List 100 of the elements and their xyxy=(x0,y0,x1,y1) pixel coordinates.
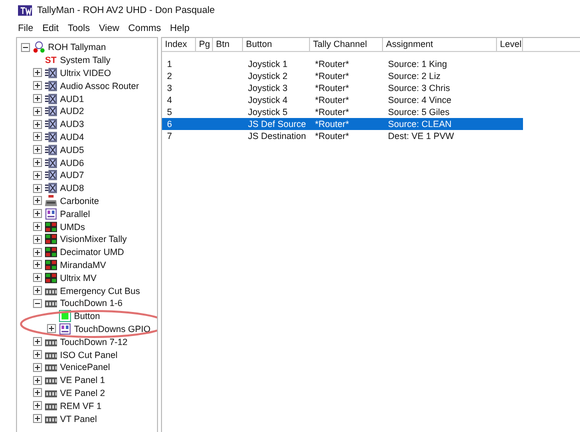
tree-item[interactable]: VenicePanel xyxy=(60,362,110,372)
app-logo-icon xyxy=(18,4,32,16)
table-cell: Source: 3 Chris xyxy=(388,83,450,93)
expand-icon[interactable] xyxy=(33,248,42,257)
tally-icon: ST xyxy=(45,55,57,66)
column-header[interactable]: Level xyxy=(497,38,523,51)
router-icon xyxy=(45,144,57,156)
expand-icon[interactable] xyxy=(33,81,42,90)
tree-item[interactable]: TouchDowns GPIO xyxy=(74,324,151,334)
table-cell: JS Destination xyxy=(248,131,306,141)
expand-icon[interactable] xyxy=(33,260,42,270)
table-row[interactable]: 6 JS Def Source *Router* Source: CLEAN xyxy=(162,118,523,130)
expand-icon[interactable] xyxy=(33,106,42,116)
expand-icon[interactable] xyxy=(33,234,42,244)
collapse-icon[interactable] xyxy=(21,42,30,52)
tree-item[interactable]: Audio Assoc Router xyxy=(60,80,140,91)
expand-icon[interactable] xyxy=(33,273,42,282)
tree-item[interactable]: VisionMixer Tally xyxy=(60,234,127,244)
column-header[interactable]: Tally Channel xyxy=(310,38,383,51)
table-row[interactable]: 3 Joystick 3 *Router* Source: 3 Chris xyxy=(162,82,523,94)
table-cell: Source: 4 Vince xyxy=(388,95,452,105)
menu-item[interactable]: Edit xyxy=(42,23,59,34)
tree-item[interactable]: Emergency Cut Bus xyxy=(60,286,140,296)
expand-icon[interactable] xyxy=(33,94,42,104)
router-icon xyxy=(45,156,57,169)
collapse-icon[interactable] xyxy=(33,298,42,308)
menu-item[interactable]: Comms xyxy=(128,23,162,34)
table-cell: Joystick 2 xyxy=(248,71,288,81)
menu-item[interactable]: Tools xyxy=(68,23,90,34)
router-icon xyxy=(45,92,57,105)
tree-item[interactable]: VE Panel 2 xyxy=(60,388,106,398)
tree-item[interactable]: AUD1 xyxy=(60,94,84,104)
tree-item[interactable]: TouchDown 1-6 xyxy=(60,298,123,308)
tree-item[interactable]: AUD4 xyxy=(60,132,84,142)
expand-icon[interactable] xyxy=(33,209,42,218)
expand-icon[interactable] xyxy=(33,145,42,154)
expand-icon[interactable] xyxy=(33,158,42,168)
tree-item[interactable]: AUD3 xyxy=(60,119,84,130)
table-row[interactable]: 1 Joystick 1 *Router* Source: 1 King xyxy=(162,58,523,70)
table-cell: Source: 1 King xyxy=(388,59,448,69)
tree-item[interactable]: VT Panel xyxy=(60,414,97,424)
table-cell: *Router* xyxy=(315,71,350,81)
tree-item[interactable]: REM VF 1 xyxy=(60,400,102,411)
table-row[interactable]: 4 Joystick 4 *Router* Source: 4 Vince xyxy=(162,94,523,106)
expand-icon[interactable] xyxy=(33,376,42,385)
expand-icon[interactable] xyxy=(33,68,42,78)
tree-item[interactable]: AUD6 xyxy=(60,158,84,168)
expand-icon[interactable] xyxy=(33,222,42,232)
table-row[interactable]: 7 JS Destination *Router* Dest: VE 1 PVW xyxy=(162,130,523,142)
tree-item[interactable]: ISO Cut Panel xyxy=(60,350,118,360)
column-header[interactable]: Assignment xyxy=(383,38,497,51)
expand-icon[interactable] xyxy=(33,184,42,193)
tree-item[interactable]: VE Panel 1 xyxy=(60,375,106,386)
tree-item[interactable]: AUD5 xyxy=(60,144,84,155)
menu-item[interactable]: Help xyxy=(170,23,190,34)
tree-item[interactable]: Ultrix MV xyxy=(60,272,96,283)
tree-item[interactable]: Carbonite xyxy=(60,196,100,206)
column-header[interactable]: Btn xyxy=(213,38,243,51)
expand-icon[interactable] xyxy=(33,120,42,129)
expand-icon[interactable] xyxy=(33,337,42,346)
tree-item[interactable]: AUD8 xyxy=(60,183,84,194)
table-cell: 1 xyxy=(167,59,172,69)
tree-item[interactable]: Decimator UMD xyxy=(60,247,124,258)
tree-item[interactable]: Button xyxy=(74,311,100,322)
grid-icon xyxy=(45,246,57,258)
column-header[interactable]: Button xyxy=(243,38,310,51)
expand-icon[interactable] xyxy=(33,350,42,360)
tree-item[interactable]: UMDs xyxy=(60,222,85,232)
table-cell: 7 xyxy=(167,131,172,141)
expand-icon[interactable] xyxy=(47,324,56,334)
menu-item[interactable]: View xyxy=(98,23,120,34)
table-cell: Joystick 1 xyxy=(248,59,288,69)
tree-item[interactable]: Parallel xyxy=(60,208,90,219)
tree-item[interactable]: MirandaMV xyxy=(60,260,106,270)
tree-item[interactable]: AUD2 xyxy=(60,106,84,116)
table-row[interactable]: 5 Joystick 5 *Router* Source: 5 Giles xyxy=(162,106,523,118)
expand-icon[interactable] xyxy=(33,170,42,180)
grid-icon xyxy=(45,220,57,233)
tree-item[interactable]: Ultrix VIDEO xyxy=(60,68,112,78)
table-cell: Source: 5 Giles xyxy=(388,107,450,117)
table-cell: *Router* xyxy=(315,131,350,141)
expand-icon[interactable] xyxy=(33,286,42,296)
menu-item[interactable]: File xyxy=(18,23,34,34)
network-icon xyxy=(33,41,45,54)
expand-icon[interactable] xyxy=(33,196,42,206)
table-cell: 4 xyxy=(167,95,172,105)
expand-icon[interactable] xyxy=(33,362,42,372)
expand-icon[interactable] xyxy=(33,388,42,398)
router-icon xyxy=(45,182,57,194)
tree-item[interactable]: TouchDown 7-12 xyxy=(60,336,128,347)
tree-item[interactable]: AUD7 xyxy=(60,170,84,180)
tree-item[interactable]: ROH Tallyman xyxy=(48,42,106,52)
expand-icon[interactable] xyxy=(33,132,42,142)
column-header[interactable]: Pg xyxy=(196,38,213,51)
table-cell: 5 xyxy=(167,107,172,117)
expand-icon[interactable] xyxy=(33,414,42,423)
column-header[interactable]: Index xyxy=(162,38,196,51)
expand-icon[interactable] xyxy=(33,401,42,410)
table-row[interactable]: 2 Joystick 2 *Router* Source: 2 Liz xyxy=(162,70,523,82)
tree-item[interactable]: System Tally xyxy=(60,55,110,66)
